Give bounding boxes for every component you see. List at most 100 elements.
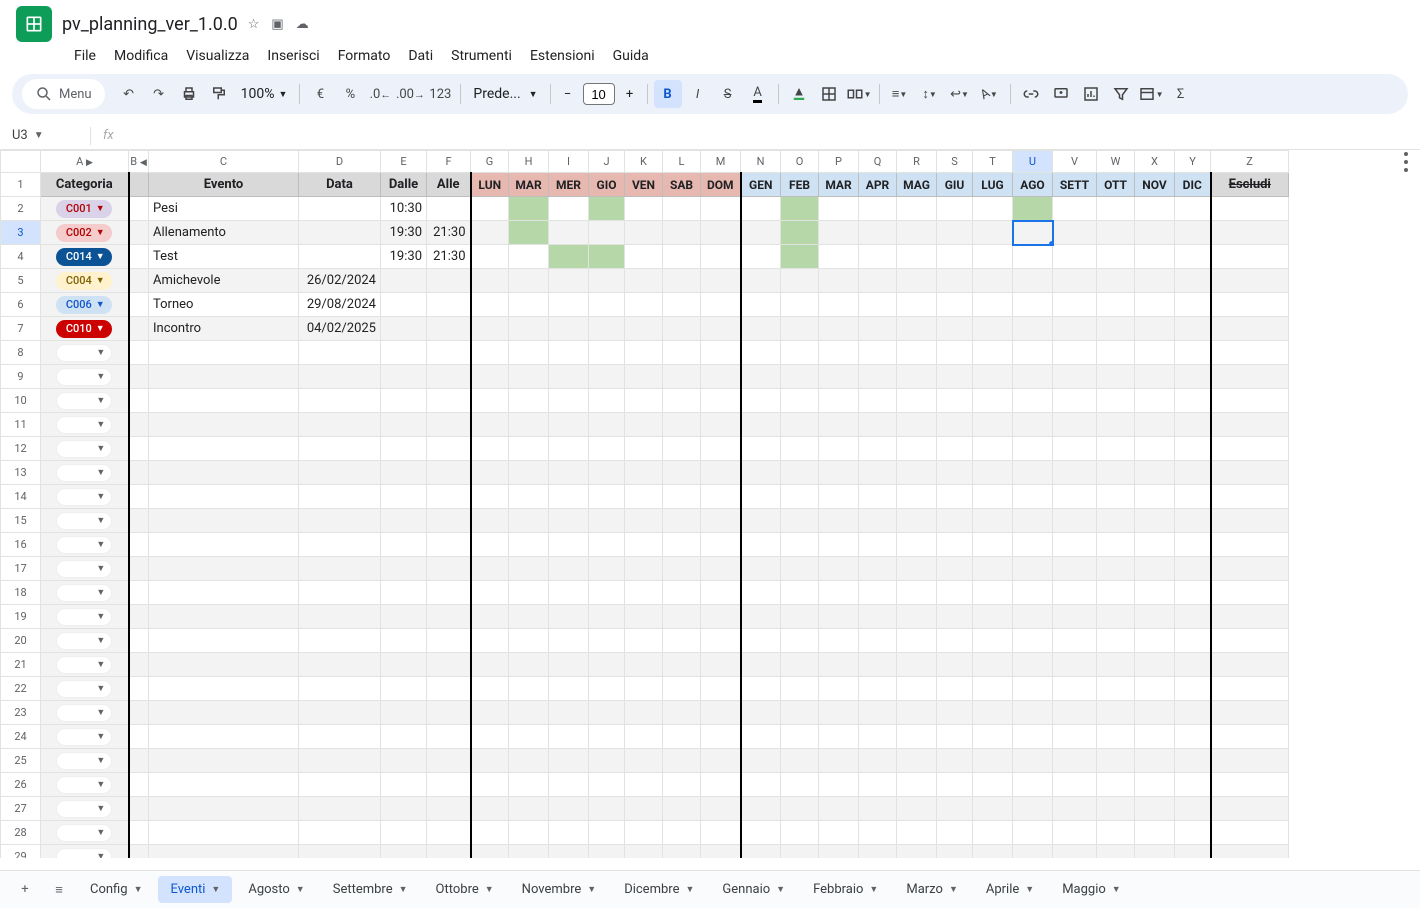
cell-S24[interactable]: [937, 725, 973, 749]
cell-W2[interactable]: [1097, 197, 1135, 221]
cell-N10[interactable]: [741, 389, 781, 413]
cell-S15[interactable]: [937, 509, 973, 533]
cell-B17[interactable]: [129, 557, 149, 581]
row-header-21[interactable]: 21: [1, 653, 41, 677]
cell-G22[interactable]: [471, 677, 509, 701]
cell-J29[interactable]: [589, 845, 625, 859]
cell-F13[interactable]: [427, 461, 471, 485]
cell-E2[interactable]: 10:30: [381, 197, 427, 221]
cell-M7[interactable]: [701, 317, 741, 341]
cell-C13[interactable]: [149, 461, 299, 485]
menu-formato[interactable]: Formato: [330, 44, 399, 68]
cell-J28[interactable]: [589, 821, 625, 845]
cell-Q26[interactable]: [859, 773, 897, 797]
cell-Z17[interactable]: [1211, 557, 1289, 581]
cell-R16[interactable]: [897, 533, 937, 557]
cell-O28[interactable]: [781, 821, 819, 845]
cell-C27[interactable]: [149, 797, 299, 821]
cell-S29[interactable]: [937, 845, 973, 859]
cell-A14[interactable]: ▼: [41, 485, 129, 509]
cell-W4[interactable]: [1097, 245, 1135, 269]
cell-J26[interactable]: [589, 773, 625, 797]
cell-Y5[interactable]: [1175, 269, 1211, 293]
cell-W26[interactable]: [1097, 773, 1135, 797]
cell-Q18[interactable]: [859, 581, 897, 605]
cell-Z15[interactable]: [1211, 509, 1289, 533]
cell-S2[interactable]: [937, 197, 973, 221]
cell-J16[interactable]: [589, 533, 625, 557]
currency-button[interactable]: €: [306, 80, 334, 108]
cell-H13[interactable]: [509, 461, 549, 485]
cell-T3[interactable]: [973, 221, 1013, 245]
cell-J6[interactable]: [589, 293, 625, 317]
more-formats-button[interactable]: 123: [426, 80, 454, 108]
row-header-10[interactable]: 10: [1, 389, 41, 413]
undo-button[interactable]: ↶: [115, 80, 143, 108]
cell-J5[interactable]: [589, 269, 625, 293]
cell-Q15[interactable]: [859, 509, 897, 533]
cell-R18[interactable]: [897, 581, 937, 605]
cell-C14[interactable]: [149, 485, 299, 509]
cell-L28[interactable]: [663, 821, 701, 845]
move-icon[interactable]: ▣: [271, 17, 283, 32]
category-chip-empty[interactable]: ▼: [56, 344, 112, 362]
cell-W7[interactable]: [1097, 317, 1135, 341]
cell-Q8[interactable]: [859, 341, 897, 365]
cell-D19[interactable]: [299, 605, 381, 629]
cell-G12[interactable]: [471, 437, 509, 461]
cell-I6[interactable]: [549, 293, 589, 317]
cell-D4[interactable]: [299, 245, 381, 269]
cell-K20[interactable]: [625, 629, 663, 653]
cell-Y25[interactable]: [1175, 749, 1211, 773]
cell-O27[interactable]: [781, 797, 819, 821]
cell-G8[interactable]: [471, 341, 509, 365]
cell-P13[interactable]: [819, 461, 859, 485]
cell-K10[interactable]: [625, 389, 663, 413]
cell-U20[interactable]: [1013, 629, 1053, 653]
cell-Y24[interactable]: [1175, 725, 1211, 749]
cell-D23[interactable]: [299, 701, 381, 725]
cell-F9[interactable]: [427, 365, 471, 389]
cell-A20[interactable]: ▼: [41, 629, 129, 653]
cell-E28[interactable]: [381, 821, 427, 845]
cell-B16[interactable]: [129, 533, 149, 557]
cell-B9[interactable]: [129, 365, 149, 389]
cell-P9[interactable]: [819, 365, 859, 389]
col-header-R[interactable]: R: [897, 151, 937, 173]
cell-Z6[interactable]: [1211, 293, 1289, 317]
cell-I21[interactable]: [549, 653, 589, 677]
cell-F8[interactable]: [427, 341, 471, 365]
increase-font-button[interactable]: +: [619, 83, 641, 105]
cell-T27[interactable]: [973, 797, 1013, 821]
cell-W28[interactable]: [1097, 821, 1135, 845]
cell-J21[interactable]: [589, 653, 625, 677]
col-header-B[interactable]: B ◀: [129, 151, 149, 173]
cell-C4[interactable]: Test: [149, 245, 299, 269]
cell-E19[interactable]: [381, 605, 427, 629]
cell-Z29[interactable]: [1211, 845, 1289, 859]
corner-cell[interactable]: [1, 151, 41, 173]
cell-E16[interactable]: [381, 533, 427, 557]
cell-L14[interactable]: [663, 485, 701, 509]
cell-W8[interactable]: [1097, 341, 1135, 365]
cell-L20[interactable]: [663, 629, 701, 653]
cell-B25[interactable]: [129, 749, 149, 773]
sheet-tab-dicembre[interactable]: Dicembre ▼: [612, 876, 706, 903]
menu-file[interactable]: File: [66, 44, 104, 68]
cell-H8[interactable]: [509, 341, 549, 365]
cell-C6[interactable]: Torneo: [149, 293, 299, 317]
cell-L10[interactable]: [663, 389, 701, 413]
cell-E22[interactable]: [381, 677, 427, 701]
header-month-gen[interactable]: GEN: [741, 173, 781, 197]
cloud-icon[interactable]: ☁: [296, 17, 309, 32]
cell-D27[interactable]: [299, 797, 381, 821]
cell-D29[interactable]: [299, 845, 381, 859]
cell-F3[interactable]: 21:30: [427, 221, 471, 245]
all-sheets-button[interactable]: ≡: [44, 875, 74, 905]
header-dalle[interactable]: Dalle: [381, 173, 427, 197]
cell-M2[interactable]: [701, 197, 741, 221]
cell-V5[interactable]: [1053, 269, 1097, 293]
cell-Y3[interactable]: [1175, 221, 1211, 245]
cell-Z19[interactable]: [1211, 605, 1289, 629]
cell-Y9[interactable]: [1175, 365, 1211, 389]
